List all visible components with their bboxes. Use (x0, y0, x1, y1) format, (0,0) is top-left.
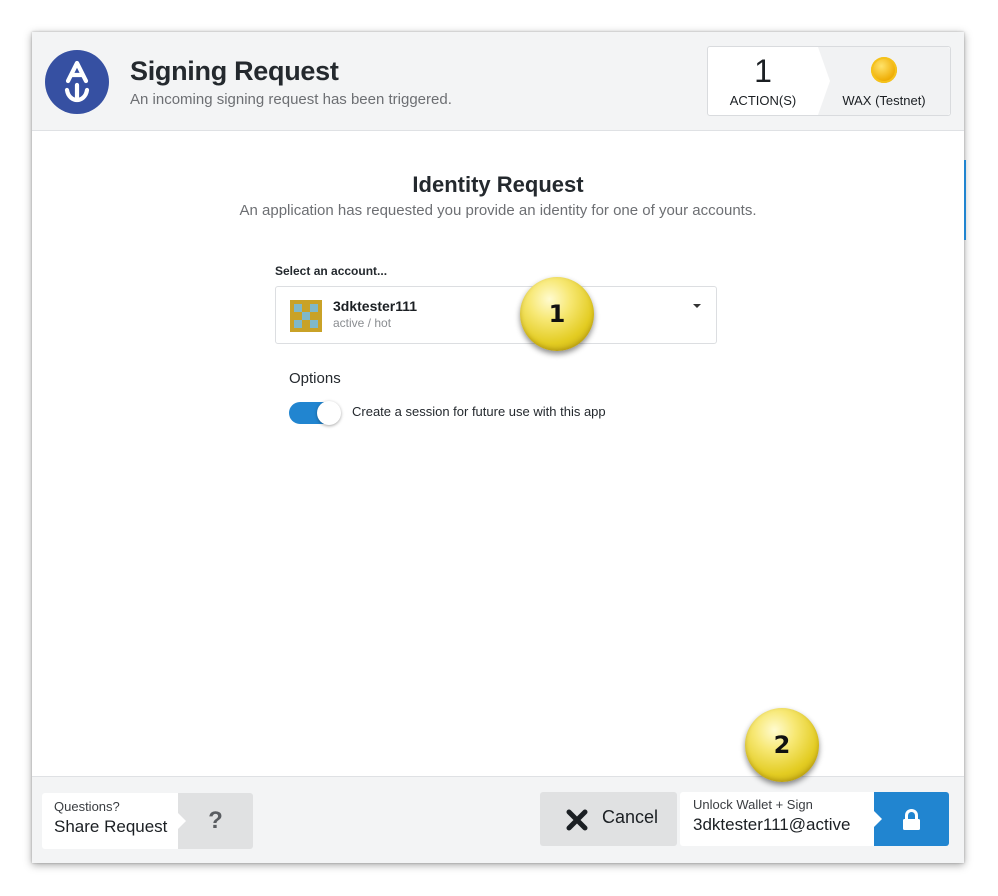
chain-box: WAX (Testnet) (818, 47, 950, 115)
sign-text: Unlock Wallet + Sign 3dktester111@active (680, 792, 874, 846)
request-meta: 1 ACTION(S) WAX (Testnet) (707, 46, 951, 116)
account-permission: active / hot (333, 316, 392, 330)
background-edge (964, 160, 966, 240)
cancel-button[interactable]: Cancel (540, 792, 677, 846)
actions-count-box: 1 ACTION(S) (708, 47, 818, 115)
page-title: Signing Request (130, 56, 339, 86)
unlock-sign-button[interactable]: Unlock Wallet + Sign 3dktester111@active (680, 792, 949, 846)
share-divider-arrow (178, 813, 186, 829)
options-heading: Options (289, 370, 341, 387)
lock-icon (903, 809, 920, 830)
header: Signing Request An incoming signing requ… (32, 32, 964, 131)
chain-label: WAX (Testnet) (842, 93, 926, 108)
actions-count: 1 (754, 53, 772, 89)
wax-chain-icon (871, 57, 897, 83)
close-icon (566, 809, 588, 831)
sign-divider-arrow (874, 811, 882, 827)
request-type-subtitle: An application has requested you provide… (239, 202, 757, 219)
chevron-down-icon (693, 304, 701, 308)
callout-1: 1 (520, 277, 594, 351)
share-request-label: Share Request (54, 817, 168, 836)
actions-label: ACTION(S) (729, 93, 797, 108)
share-request-text: Questions? Share Request (42, 793, 178, 849)
share-request-button[interactable]: Questions? Share Request ? (42, 793, 253, 849)
footer: Questions? Share Request ? Cancel Unlock… (32, 776, 964, 863)
toggle-knob (317, 401, 341, 425)
lock-button-area (874, 792, 949, 846)
signing-request-window: Signing Request An incoming signing requ… (32, 32, 964, 863)
account-avatar (290, 300, 322, 332)
meta-divider-arrow (818, 47, 830, 115)
page-subtitle: An incoming signing request has been tri… (130, 91, 452, 108)
callout-2: 2 (745, 708, 819, 782)
cancel-label: Cancel (602, 807, 659, 827)
request-type-title: Identity Request (412, 172, 584, 197)
account-select-label: Select an account... (275, 264, 388, 278)
session-toggle-label: Create a session for future use with thi… (352, 404, 606, 419)
account-name: 3dktester111 (333, 298, 418, 314)
sign-caption: Unlock Wallet + Sign (693, 797, 813, 812)
sign-account-label: 3dktester111@active (693, 815, 851, 834)
anchor-logo-icon (45, 50, 109, 114)
share-request-caption: Questions? (54, 799, 120, 814)
session-toggle[interactable] (289, 401, 341, 425)
help-icon: ? (178, 793, 253, 849)
account-select-dropdown[interactable]: 3dktester111 active / hot (275, 286, 717, 344)
